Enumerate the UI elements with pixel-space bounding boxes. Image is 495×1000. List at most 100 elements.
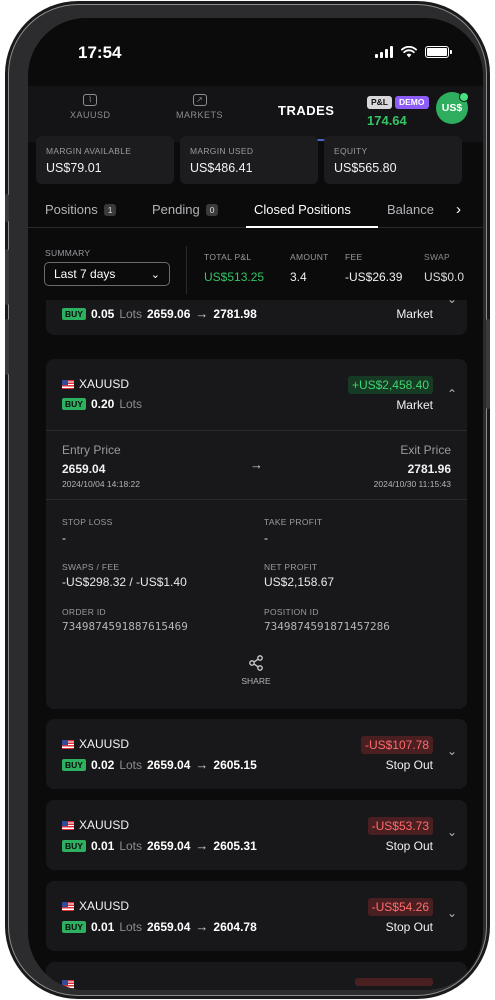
lots-label: Lots [119, 397, 142, 411]
entry-price: 2659.04 [147, 838, 191, 853]
lots-value: 0.05 [90, 306, 115, 321]
summary-label: SUMMARY [45, 248, 91, 258]
position-card[interactable] [46, 962, 467, 990]
chevron-up-icon[interactable]: ⌃ [447, 387, 457, 401]
status-time: 17:54 [78, 43, 122, 62]
screen: 17:54 ⌇ XAUUSD ↗ MARKETS TRADES P&L DEMO… [28, 18, 483, 990]
stop-loss-value: - [62, 531, 66, 545]
entry-price-value: 2659.04 [62, 462, 106, 476]
swaps-fee-value: -US$298.32 / -US$1.40 [62, 575, 187, 589]
pl-badge: P&L [367, 95, 392, 109]
divider [46, 430, 467, 431]
position-header: XAUUSD [62, 899, 129, 913]
symbol: XAUUSD [79, 377, 130, 391]
stop-loss-label: STOP LOSS [62, 517, 113, 527]
arrow-right-icon: → [195, 306, 209, 321]
order-type: Stop Out [385, 758, 433, 772]
position-id-label: POSITION ID [264, 607, 319, 617]
chevron-down-icon: ⌄ [150, 269, 160, 281]
position-row: BUY 0.01 Lots 2659.04 → 2604.78 [62, 919, 257, 934]
exit-price-label: Exit Price [400, 443, 451, 457]
stat-fee: FEE -US$26.39 [345, 252, 402, 284]
nav-tab-label: XAUUSD [70, 110, 111, 120]
lots-value: 0.01 [90, 838, 115, 853]
symbol: XAUUSD [79, 899, 130, 913]
side-badge: BUY [62, 398, 86, 410]
symbol: XAUUSD [79, 818, 130, 832]
tab-positions[interactable]: Positions 1 [45, 202, 117, 217]
side-badge: BUY [62, 839, 86, 852]
summary-bar: SUMMARY Last 7 days ⌄ TOTAL P&L US$513.2… [28, 238, 483, 300]
volume-down-button [5, 319, 9, 375]
position-header: XAUUSD [62, 377, 129, 391]
summary-divider [186, 246, 187, 294]
loss-badge: -US$107.78 [360, 736, 433, 754]
divider [46, 499, 467, 500]
us-flag-icon [62, 739, 74, 749]
mute-switch [5, 194, 9, 222]
nav-tab-label: MARKETS [176, 110, 224, 120]
nav-tab-trades[interactable]: TRADES [278, 103, 334, 118]
position-card[interactable]: XAUUSD BUY 0.02 Lots 2659.04 → 2605.15 -… [46, 719, 467, 789]
position-card[interactable]: XAUUSD BUY 0.01 Lots 2659.04 → 2605.31 -… [46, 800, 467, 870]
share-button[interactable]: SHARE [236, 655, 276, 686]
stat-amount: AMOUNT 3.4 [290, 252, 329, 284]
volume-up-button [5, 249, 9, 305]
order-type: Market [396, 307, 433, 321]
phone-frame: 17:54 ⌇ XAUUSD ↗ MARKETS TRADES P&L DEMO… [5, 4, 490, 996]
margin-available-label: MARGIN AVAILABLE [46, 146, 132, 156]
margin-used-label: MARGIN USED [190, 146, 254, 156]
nav-tab-xauusd[interactable]: ⌇ XAUUSD [70, 94, 111, 120]
chevron-down-icon[interactable]: ⌄ [447, 300, 457, 306]
lots-label: Lots [119, 306, 142, 321]
position-card-expanded[interactable]: XAUUSD BUY 0.20 Lots +US$2,458.40 Market… [46, 359, 467, 709]
demo-badge[interactable]: DEMO [395, 95, 429, 109]
share-label: SHARE [241, 676, 271, 686]
lots-value: 0.01 [90, 919, 115, 934]
equity-label: EQUITY [334, 146, 368, 156]
stat-label: SWAP [424, 252, 450, 262]
net-profit-value: US$2,158.67 [264, 575, 335, 589]
margin-used-value: US$486.41 [190, 161, 253, 175]
entry-price-label: Entry Price [62, 443, 121, 457]
status-bar: 17:54 [28, 18, 483, 82]
period-select[interactable]: Last 7 days ⌄ [44, 262, 170, 286]
tab-closed-positions[interactable]: Closed Positions [254, 202, 351, 217]
exit-date: 2024/10/30 11:15:43 [373, 479, 451, 489]
us-flag-icon [62, 820, 74, 830]
tab-closed-label: Closed Positions [254, 202, 351, 217]
nav-tab-markets[interactable]: ↗ MARKETS [176, 94, 223, 120]
lots-value: 0.20 [90, 397, 115, 411]
tab-balance[interactable]: Balance [387, 202, 434, 217]
position-card[interactable]: BUY 0.05 Lots 2659.06 → 2781.98 Market ⌄ [46, 300, 467, 335]
pending-count: 0 [205, 203, 219, 216]
position-row: BUY 0.02 Lots 2659.04 → 2605.15 [62, 757, 257, 772]
stat-value: -US$26.39 [345, 270, 403, 284]
chevron-down-icon[interactable]: ⌄ [447, 825, 457, 839]
pnl-value: 174.64 [367, 113, 407, 128]
share-icon [249, 655, 263, 671]
chevron-down-icon[interactable]: ⌄ [447, 906, 457, 920]
arrow-right-icon: → [195, 838, 209, 853]
chevron-right-icon[interactable]: › [456, 201, 461, 218]
order-type: Stop Out [385, 920, 433, 934]
tab-pending-label: Pending [152, 202, 200, 217]
tab-pending[interactable]: Pending 0 [152, 202, 219, 217]
stat-value: US$0.0 [424, 270, 465, 284]
lots-label: Lots [119, 838, 142, 853]
chevron-down-icon[interactable]: ⌄ [447, 744, 457, 758]
top-nav: ⌇ XAUUSD ↗ MARKETS TRADES P&L DEMO 174.64… [28, 86, 483, 142]
status-icons [375, 46, 452, 58]
side-badge: BUY [62, 307, 86, 320]
loss-badge [355, 978, 433, 986]
position-card[interactable]: XAUUSD BUY 0.01 Lots 2659.04 → 2604.78 -… [46, 881, 467, 951]
equity-card: EQUITY US$565.80 [324, 136, 462, 184]
exit-price: 2604.78 [213, 919, 257, 934]
pnl-summary: P&L DEMO 174.64 [367, 92, 429, 128]
lots-label: Lots [119, 919, 142, 934]
swaps-fee-label: SWAPS / FEE [62, 562, 120, 572]
order-type: Market [396, 398, 433, 412]
trades-subtabs: Positions 1 Pending 0 Closed Positions B… [28, 190, 483, 228]
account-avatar[interactable]: US$ [436, 92, 469, 124]
exit-price: 2605.15 [213, 757, 257, 772]
